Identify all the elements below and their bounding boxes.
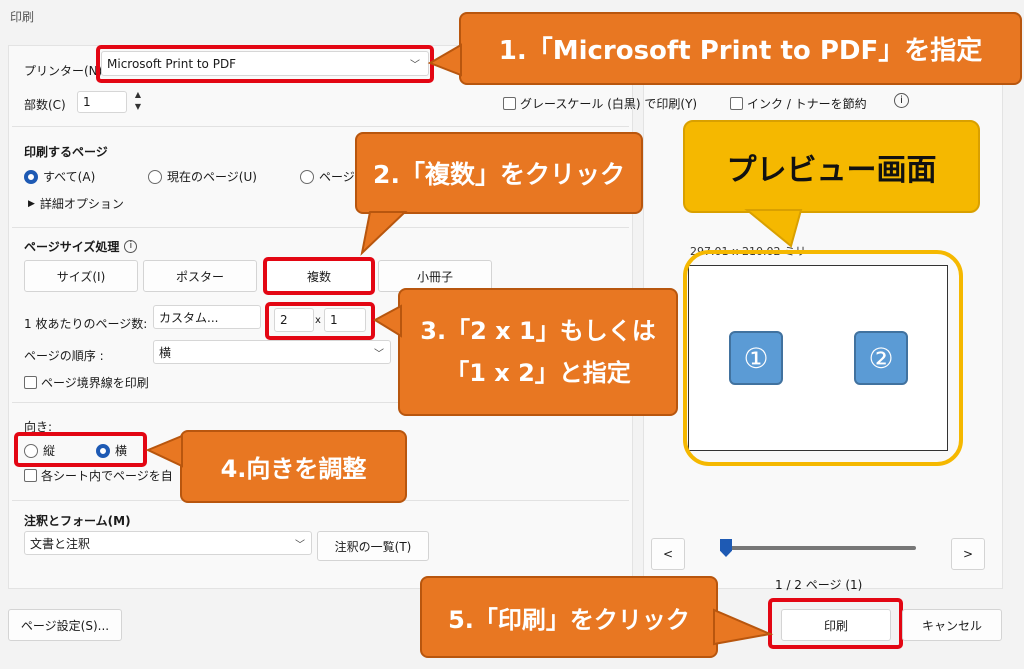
orientation-highlight: [14, 432, 147, 467]
annotation-step-1-text: 1.「Microsoft Print to PDF」を指定: [498, 36, 983, 66]
more-options-label: 詳細オプション: [39, 197, 124, 211]
comments-value: 文書と注釈: [30, 536, 91, 551]
pages-all-radio[interactable]: [24, 169, 38, 184]
stepper-down-icon[interactable]: ▼: [130, 101, 146, 113]
comments-heading: 注釈とフォーム(M): [24, 514, 131, 528]
order-select[interactable]: 横 ﹀: [153, 340, 391, 364]
comments-select[interactable]: 文書と注釈 ﹀: [24, 531, 312, 555]
prev-page-button[interactable]: <: [651, 538, 685, 570]
annotation-preview-text: プレビュー画面: [726, 152, 937, 188]
grayscale-label: グレースケール (白黒) で印刷(Y): [520, 97, 698, 111]
order-label-text: ページの順序: [24, 349, 96, 363]
summarize-button[interactable]: 注釈の一覧(T): [317, 531, 429, 561]
page-slider[interactable]: [720, 546, 916, 550]
poster-button[interactable]: ポスター: [143, 260, 257, 292]
copies-value: 1: [83, 95, 91, 109]
border-checkbox[interactable]: [24, 376, 37, 389]
triangle-right-icon: ▶: [28, 198, 35, 209]
pages-heading: 印刷するページ: [24, 145, 108, 159]
pages-current-option[interactable]: 現在のページ(U): [148, 168, 257, 185]
annotation-step-2-text: 2.「複数」をクリック: [373, 160, 625, 189]
annotation-step-1: 1.「Microsoft Print to PDF」を指定: [459, 12, 1022, 85]
ink-save-label: インク / トナーを節約: [747, 97, 867, 111]
annotation-pointer: [372, 304, 402, 338]
page-counter: 1 / 2 ページ (1): [775, 578, 863, 592]
more-options-toggle[interactable]: ▶ 詳細オプション: [28, 195, 124, 212]
preview-highlight: [683, 250, 963, 466]
order-label: ページの順序 :: [24, 349, 104, 363]
pages-range-label: ページ: [319, 170, 355, 184]
pages-current-label: 現在のページ(U): [167, 170, 257, 184]
printer-highlight: [96, 45, 434, 83]
grid-highlight: [265, 302, 375, 340]
sizing-heading: ページサイズ処理 i: [24, 238, 138, 255]
annotation-pointer: [145, 434, 183, 468]
per-sheet-label-text: 1 枚あたりのページ数: [24, 317, 144, 331]
print-highlight: [768, 598, 903, 649]
annotation-step-3-text-2: 「1 x 2」と指定: [445, 359, 631, 387]
multiple-highlight: [263, 257, 375, 295]
ink-save-option[interactable]: インク / トナーを節約: [730, 95, 867, 112]
next-page-button[interactable]: >: [951, 538, 985, 570]
chevron-down-icon: ﹀: [295, 539, 305, 551]
pages-range-option[interactable]: ページ: [300, 168, 355, 185]
per-sheet-select[interactable]: カスタム...: [153, 305, 261, 329]
annotation-step-2: 2.「複数」をクリック: [355, 132, 643, 214]
annotation-preview: プレビュー画面: [683, 120, 980, 213]
annotation-step-3: 3.「2 x 1」もしくは 「1 x 2」と指定: [398, 288, 678, 416]
pages-all-label: すべて(A): [43, 170, 96, 184]
annotation-step-5: 5.「印刷」をクリック: [420, 576, 718, 658]
copies-label: 部数(C): [24, 98, 66, 112]
annotation-step-4-text: 4.向きを調整: [220, 455, 367, 483]
annotation-step-5-text: 5.「印刷」をクリック: [448, 605, 690, 634]
per-sheet-value: カスタム...: [159, 310, 219, 325]
annotation-pointer: [713, 608, 774, 646]
border-label: ページ境界線を印刷: [41, 376, 149, 390]
annotation-step-3-text-1: 3.「2 x 1」もしくは: [420, 317, 656, 345]
annotation-pointer: [360, 211, 408, 256]
pages-all-option[interactable]: すべて(A): [24, 168, 95, 185]
annotation-pointer: [427, 43, 462, 77]
copies-input[interactable]: 1: [77, 91, 127, 113]
per-sheet-label: 1 枚あたりのページ数:: [24, 317, 148, 331]
auto-orient-checkbox[interactable]: [24, 469, 37, 482]
chevron-down-icon: ﹀: [374, 348, 384, 360]
cancel-button[interactable]: キャンセル: [902, 609, 1002, 641]
auto-orient-label: 各シート内でページを自: [41, 469, 173, 483]
separator: [12, 227, 629, 228]
annotation-step-4: 4.向きを調整: [180, 430, 407, 503]
copies-stepper[interactable]: ▲ ▼: [130, 89, 146, 115]
grayscale-option[interactable]: グレースケール (白黒) で印刷(Y): [503, 95, 697, 112]
info-icon[interactable]: i: [124, 240, 138, 253]
pages-current-radio[interactable]: [148, 169, 162, 184]
sizing-heading-label: ページサイズ処理: [24, 240, 120, 254]
annotation-pointer: [744, 209, 803, 248]
grayscale-checkbox[interactable]: [503, 97, 516, 110]
page-setup-button[interactable]: ページ設定(S)...: [8, 609, 122, 641]
border-option[interactable]: ページ境界線を印刷: [24, 374, 149, 391]
pages-range-radio[interactable]: [300, 169, 314, 184]
auto-orient-option[interactable]: 各シート内でページを自: [24, 467, 173, 484]
order-value: 横: [159, 345, 172, 360]
info-icon[interactable]: i: [894, 93, 909, 108]
stepper-up-icon[interactable]: ▲: [130, 89, 146, 101]
window-title: 印刷: [10, 10, 35, 24]
printer-label: プリンター(N): [24, 64, 103, 78]
size-button[interactable]: サイズ(I): [24, 260, 138, 292]
ink-save-checkbox[interactable]: [730, 97, 743, 110]
separator: [12, 126, 629, 127]
